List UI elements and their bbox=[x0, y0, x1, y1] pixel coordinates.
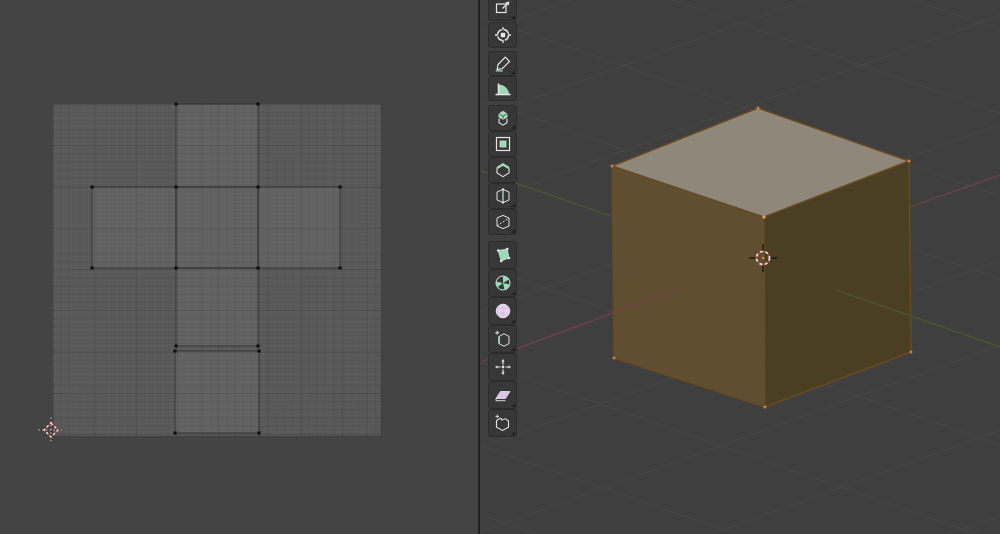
cube-vertex[interactable] bbox=[757, 107, 760, 110]
viewport-grid-line bbox=[481, 430, 1000, 534]
uv-face-left-mid[interactable] bbox=[92, 187, 176, 268]
viewport-grid-line bbox=[481, 0, 1000, 117]
viewport-grid-line bbox=[481, 0, 1000, 113]
tool-annotate[interactable] bbox=[488, 51, 517, 76]
uv-vertex[interactable] bbox=[175, 103, 178, 106]
tool-edge-slide[interactable] bbox=[488, 325, 517, 353]
viewport-3d[interactable] bbox=[480, 0, 1000, 534]
tool-knife[interactable] bbox=[488, 209, 517, 235]
uv-editor-panel[interactable] bbox=[0, 0, 478, 534]
submenu-indicator bbox=[511, 291, 515, 295]
submenu-indicator bbox=[511, 203, 515, 207]
uv-vertex[interactable] bbox=[91, 186, 94, 189]
edge-slide-icon bbox=[493, 329, 513, 349]
loop-cut-icon bbox=[493, 186, 513, 206]
viewport-grid-line bbox=[481, 515, 1000, 534]
viewport-grid-line bbox=[481, 446, 1000, 534]
smooth-icon bbox=[493, 301, 513, 321]
tool-smooth[interactable] bbox=[488, 297, 517, 325]
uv-mesh-overlay bbox=[0, 0, 479, 534]
cube-edge[interactable] bbox=[764, 217, 765, 407]
uv-vertex[interactable] bbox=[257, 267, 260, 270]
tool-rip-region[interactable] bbox=[488, 409, 517, 437]
uv-vertex[interactable] bbox=[258, 432, 261, 435]
bevel-icon bbox=[493, 160, 513, 180]
inset-icon bbox=[493, 134, 513, 154]
knife-icon bbox=[493, 212, 513, 232]
tool-cursor[interactable] bbox=[488, 22, 517, 48]
uv-vertex[interactable] bbox=[257, 103, 260, 106]
cursor-2d[interactable] bbox=[39, 418, 64, 443]
uv-vertex[interactable] bbox=[258, 350, 261, 353]
submenu-indicator bbox=[511, 319, 515, 323]
rip-region-icon bbox=[493, 413, 513, 433]
uv-vertex[interactable] bbox=[91, 267, 94, 270]
blender-window bbox=[0, 0, 1000, 534]
select-box-icon bbox=[493, 0, 513, 18]
uv-vertex[interactable] bbox=[257, 186, 260, 189]
submenu-indicator bbox=[511, 15, 515, 19]
submenu-indicator bbox=[511, 431, 515, 435]
cube-vertex[interactable] bbox=[613, 357, 616, 360]
extrude-icon bbox=[493, 108, 513, 128]
viewport-3d-scene bbox=[480, 0, 1000, 534]
viewport-grid-line bbox=[481, 515, 1000, 534]
submenu-indicator bbox=[511, 403, 515, 407]
tool-shear[interactable] bbox=[488, 381, 517, 409]
uv-vertex[interactable] bbox=[257, 345, 260, 348]
cube-vertex[interactable] bbox=[910, 351, 913, 354]
shear-icon bbox=[493, 385, 513, 405]
cursor-icon bbox=[493, 25, 513, 45]
cube-vertex[interactable] bbox=[908, 160, 911, 163]
tool-extrude-region[interactable] bbox=[488, 105, 517, 131]
spin-icon bbox=[493, 273, 513, 293]
uv-face-mid[interactable] bbox=[176, 187, 258, 268]
uv-vertex[interactable] bbox=[175, 186, 178, 189]
tool-poly-build[interactable] bbox=[488, 241, 517, 269]
cube-vertex[interactable] bbox=[764, 406, 767, 409]
tool-shrink-fatten[interactable] bbox=[488, 353, 517, 381]
submenu-indicator bbox=[511, 229, 515, 233]
measure-icon bbox=[493, 79, 513, 99]
poly-build-icon bbox=[493, 245, 513, 265]
tool-loop-cut[interactable] bbox=[488, 183, 517, 209]
viewport-grid-line bbox=[481, 0, 1000, 32]
uv-vertex[interactable] bbox=[339, 267, 342, 270]
uv-face-bottom[interactable] bbox=[175, 351, 259, 433]
uv-vertex[interactable] bbox=[174, 350, 177, 353]
uv-vertex[interactable] bbox=[174, 432, 177, 435]
cube-active-vertex[interactable] bbox=[763, 216, 766, 219]
uv-vertex[interactable] bbox=[175, 345, 178, 348]
submenu-indicator bbox=[511, 347, 515, 351]
tool-toolbar bbox=[488, 0, 517, 534]
uv-face-right-mid[interactable] bbox=[258, 187, 340, 268]
annotate-icon bbox=[493, 54, 513, 74]
uv-vertex[interactable] bbox=[339, 186, 342, 189]
tool-select-box[interactable] bbox=[488, 0, 517, 21]
shrink-fatten-icon bbox=[493, 357, 513, 377]
tool-measure[interactable] bbox=[488, 76, 517, 101]
uv-face-top[interactable] bbox=[176, 104, 258, 187]
tool-spin[interactable] bbox=[488, 269, 517, 297]
uv-face-below-mid[interactable] bbox=[176, 268, 258, 346]
tool-inset-faces[interactable] bbox=[488, 131, 517, 157]
submenu-indicator bbox=[511, 125, 515, 129]
tool-bevel[interactable] bbox=[488, 157, 517, 183]
uv-vertex[interactable] bbox=[175, 267, 178, 270]
cube-vertex[interactable] bbox=[611, 165, 614, 168]
submenu-indicator bbox=[511, 70, 515, 74]
